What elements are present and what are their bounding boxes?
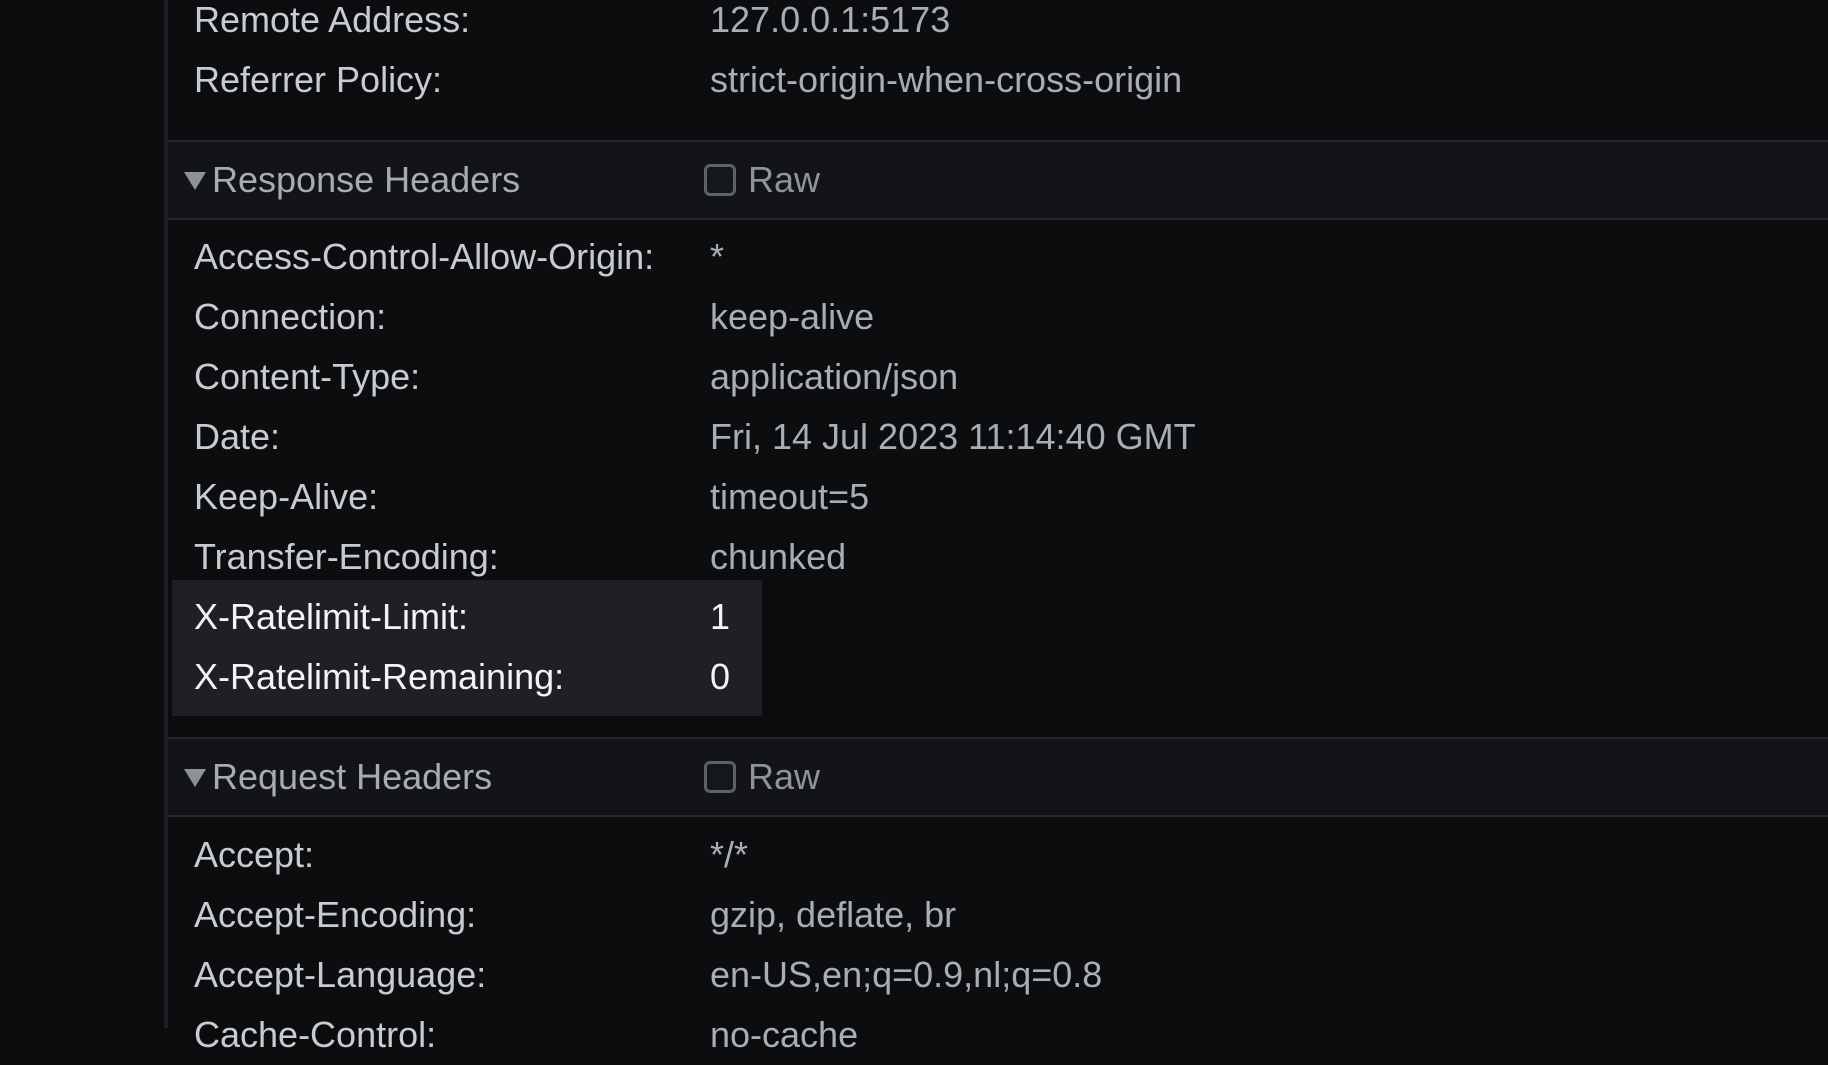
header-key: Connection: [194,296,387,337]
header-value: no-cache [710,1014,859,1055]
request-headers-section-header[interactable]: Request Headers Raw [168,737,1828,817]
response-header-row: Access-Control-Allow-Origin: * [168,227,1828,287]
response-header-row: Connection: keep-alive [168,287,1828,347]
header-key: Keep-Alive: [194,476,379,517]
header-key: Accept-Language: [194,954,487,995]
response-headers-section-header[interactable]: Response Headers Raw [168,140,1828,220]
raw-checkbox[interactable] [704,761,736,793]
collapse-triangle-icon[interactable] [184,172,206,190]
section-title[interactable]: Response Headers [212,142,520,218]
response-header-row: Transfer-Encoding: chunked [168,527,1828,587]
header-key: Remote Address: [194,0,471,40]
header-value: chunked [710,536,847,577]
raw-checkbox-label[interactable]: Raw [748,739,820,815]
header-key: Content-Type: [194,356,421,397]
header-value: keep-alive [710,296,875,337]
response-header-row: Content-Type: application/json [168,347,1828,407]
response-header-row: Date: Fri, 14 Jul 2023 11:14:40 GMT [168,407,1828,467]
collapse-triangle-icon[interactable] [184,769,206,787]
header-key: Accept-Encoding: [194,894,477,935]
request-header-row: Accept-Language: en-US,en;q=0.9,nl;q=0.8 [168,945,1828,1005]
header-value: * [710,236,725,277]
header-value: strict-origin-when-cross-origin [710,59,1183,100]
header-value: 1 [710,596,731,637]
left-gutter [0,0,166,1028]
raw-checkbox[interactable] [704,164,736,196]
header-value: en-US,en;q=0.9,nl;q=0.8 [710,954,1103,995]
header-key: Accept: [194,834,315,875]
response-header-row: Keep-Alive: timeout=5 [168,467,1828,527]
header-value: 127.0.0.1:5173 [710,0,951,40]
header-key: Access-Control-Allow-Origin: [194,236,655,277]
header-key: X-Ratelimit-Limit: [194,596,469,637]
raw-checkbox-label[interactable]: Raw [748,142,820,218]
request-header-row: Accept: */* [168,825,1828,885]
header-value: application/json [710,356,959,397]
headers-panel: Remote Address: 127.0.0.1:5173 Referrer … [168,0,1828,1055]
header-key: Date: [194,416,281,457]
section-title[interactable]: Request Headers [212,739,492,815]
header-value: Fri, 14 Jul 2023 11:14:40 GMT [710,416,1196,457]
header-key: Transfer-Encoding: [194,536,499,577]
header-key: Cache-Control: [194,1014,437,1055]
header-value: timeout=5 [710,476,870,517]
general-row-remote-address: Remote Address: 127.0.0.1:5173 [168,0,1828,50]
header-value: gzip, deflate, br [710,894,957,935]
request-header-row: Accept-Encoding: gzip, deflate, br [168,885,1828,945]
header-key: X-Ratelimit-Remaining: [194,656,565,697]
request-header-row-partial: Cache-Control: no-cache [168,1005,1828,1065]
response-header-row-selected: X-Ratelimit-Limit: 1 [168,587,1828,647]
header-value: */* [710,834,749,875]
header-value: 0 [710,656,731,697]
response-header-row-selected: X-Ratelimit-Remaining: 0 [168,647,1828,707]
header-key: Referrer Policy: [194,59,443,100]
general-row-referrer-policy: Referrer Policy: strict-origin-when-cros… [168,50,1828,110]
